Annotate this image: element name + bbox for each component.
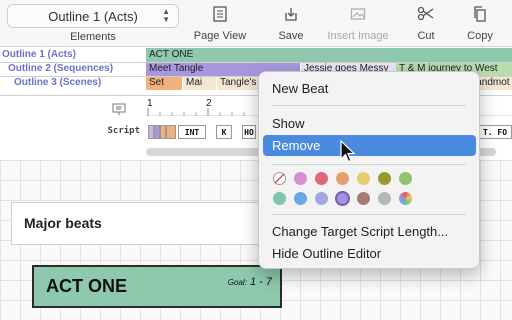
outline-3-label: Outline 3 (Scenes) (14, 77, 102, 88)
act-segment[interactable]: ACT ONE (146, 48, 512, 62)
insert-image-button[interactable]: Insert Image (322, 6, 394, 42)
script-block[interactable]: HO (242, 125, 256, 139)
color-swatch-olive[interactable] (378, 172, 391, 185)
elements-label: Elements (70, 31, 116, 43)
scene-segment[interactable]: Set (146, 76, 182, 90)
menu-item-change-target[interactable]: Change Target Script Length... (272, 224, 448, 239)
goal-label: Goal: (227, 278, 247, 287)
color-swatch-pink[interactable] (294, 172, 307, 185)
outline-row-acts: ACT ONE (146, 48, 512, 62)
menu-item-hide-outline-editor[interactable]: Hide Outline Editor (272, 246, 381, 261)
color-swatch-teal[interactable] (273, 192, 286, 205)
menu-separator (272, 214, 466, 215)
context-menu: New Beat Show Remove Change Target Scrip… (258, 71, 480, 269)
mouse-cursor-icon (340, 140, 356, 163)
menu-separator (272, 105, 466, 106)
act-card[interactable]: ACT ONE Goal: 1 - 7 (32, 265, 282, 308)
scissors-icon (417, 6, 434, 21)
menu-separator (272, 164, 466, 165)
toolbar: Outline 1 (Acts) ▲ ▼ Elements Page View S… (0, 0, 512, 47)
menu-item-show[interactable]: Show (272, 116, 305, 131)
row-divider (0, 62, 512, 63)
copy-icon (474, 6, 486, 22)
color-swatch-orange[interactable] (336, 172, 349, 185)
menu-item-new-beat[interactable]: New Beat (272, 81, 328, 96)
goal-value: 1 - 7 (249, 276, 272, 288)
save-label: Save (278, 30, 304, 42)
color-swatch-lavender[interactable] (315, 192, 328, 205)
color-swatch-yellow[interactable] (357, 172, 370, 185)
script-label: Script (107, 126, 140, 136)
color-swatch-red[interactable] (315, 172, 328, 185)
chevron-up-down-icon: ▲ ▼ (162, 7, 170, 24)
scene-segment[interactable]: Mai (183, 76, 216, 90)
page-view-icon (213, 6, 227, 22)
script-color-block (166, 125, 176, 139)
image-icon (350, 8, 366, 20)
color-swatch-green[interactable] (399, 172, 412, 185)
cut-button[interactable]: Cut (410, 6, 442, 42)
act-card-goal: Goal: 1 - 7 (228, 276, 272, 288)
no-color-icon (274, 173, 285, 184)
color-swatch-blue[interactable] (294, 192, 307, 205)
copy-button[interactable]: Copy (460, 6, 500, 42)
color-picker-swatch[interactable] (399, 192, 412, 205)
beat-marker-icon[interactable] (112, 102, 126, 116)
page-view-label: Page View (193, 30, 247, 42)
cut-label: Cut (417, 30, 435, 42)
no-color-swatch[interactable] (273, 172, 286, 185)
outline-select[interactable]: Outline 1 (Acts) ▲ ▼ (7, 4, 179, 28)
copy-label: Copy (467, 30, 493, 42)
outline-row-labels: Outline 1 (Acts) Outline 2 (Sequences) O… (0, 48, 146, 90)
insert-image-label: Insert Image (327, 30, 389, 42)
menu-item-remove[interactable]: Remove (263, 135, 476, 156)
page-view-button[interactable]: Page View (190, 6, 250, 42)
act-card-title: ACT ONE (46, 276, 127, 296)
outline-1-label: Outline 1 (Acts) (2, 49, 76, 60)
color-swatch-gray[interactable] (378, 192, 391, 205)
script-block[interactable]: INT (178, 125, 206, 139)
color-swatch-purple-selected[interactable] (335, 191, 350, 206)
color-swatch-brown[interactable] (357, 192, 370, 205)
outline-2-label: Outline 2 (Sequences) (8, 63, 114, 74)
save-icon (285, 8, 297, 21)
save-button[interactable]: Save (270, 6, 312, 42)
script-block[interactable]: K (216, 125, 232, 139)
outline-select-value: Outline 1 (Acts) (48, 8, 138, 24)
script-block[interactable]: T. FO (478, 125, 512, 139)
